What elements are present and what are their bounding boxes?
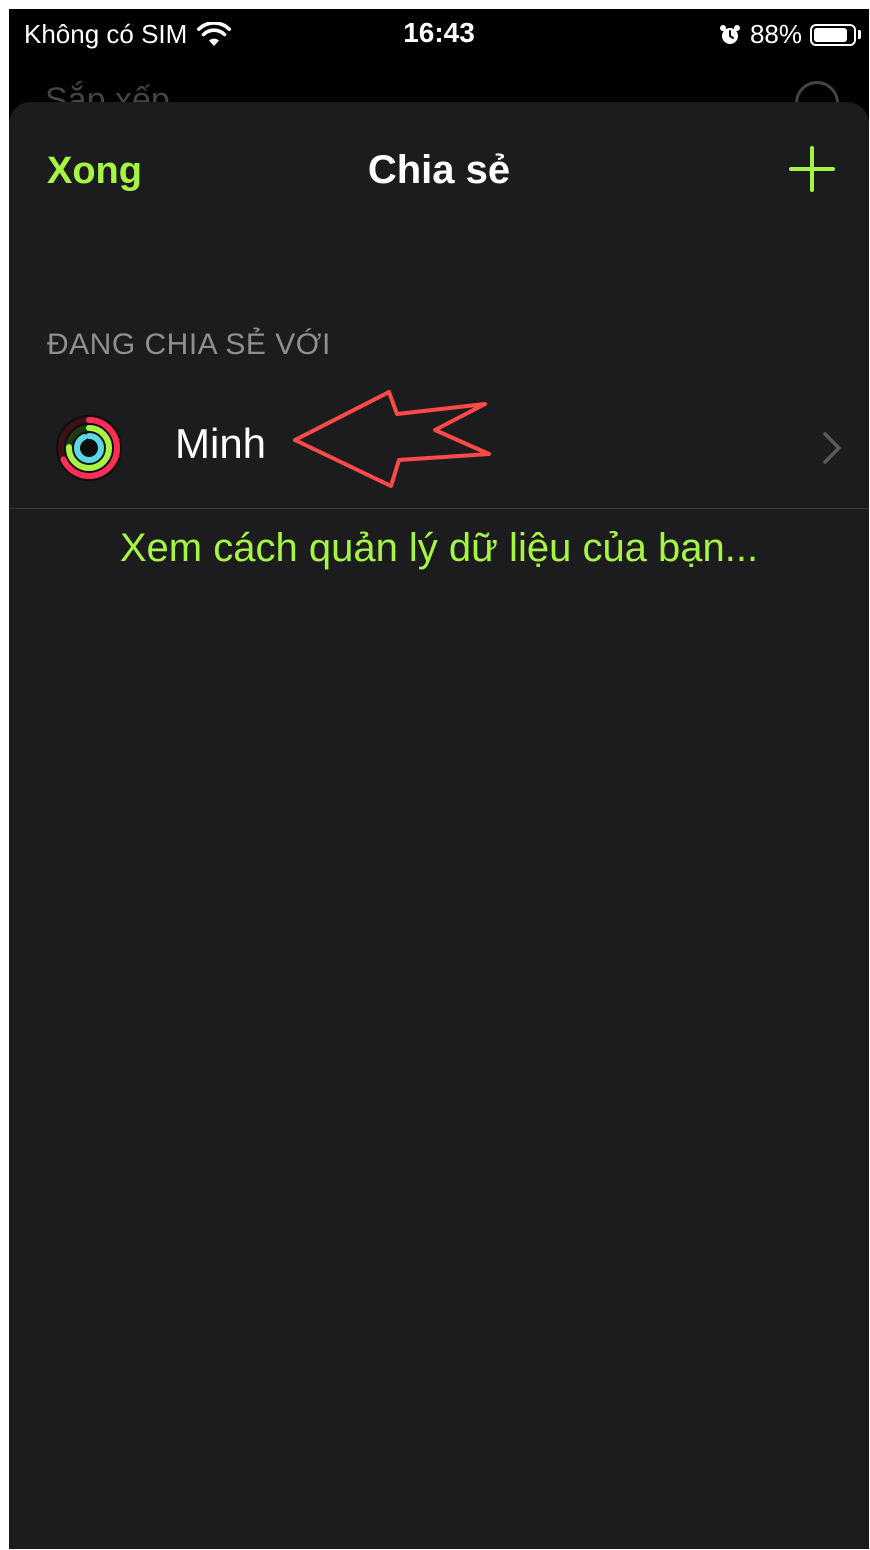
sharing-sheet: Xong Chia sẻ ĐANG CHIA SẺ VỚI Minh Xem c… (9, 102, 869, 1549)
status-bar: Không có SIM 16:43 88% (9, 9, 869, 61)
chevron-right-icon (823, 432, 841, 464)
battery-nub (858, 30, 861, 39)
activity-rings-icon (56, 415, 122, 481)
contact-name: Minh (175, 420, 267, 467)
battery-percent: 88% (749, 19, 802, 49)
page-title: Chia sẻ (367, 148, 511, 192)
red-arrow-annotation (293, 390, 491, 488)
alarm-icon (719, 24, 740, 44)
section-header: ĐANG CHIA SẺ VỚI (47, 328, 331, 361)
battery-icon (810, 23, 856, 46)
plus-icon (789, 146, 835, 192)
manage-data-link[interactable]: Xem cách quản lý dữ liệu của bạn... (9, 526, 869, 571)
battery-level (814, 27, 847, 42)
right-status: 88% (718, 19, 861, 50)
phone-screen: Không có SIM 16:43 88% Sắp xếp Xong Chia… (9, 9, 869, 1549)
add-button[interactable] (785, 142, 839, 196)
row-divider (9, 508, 869, 509)
